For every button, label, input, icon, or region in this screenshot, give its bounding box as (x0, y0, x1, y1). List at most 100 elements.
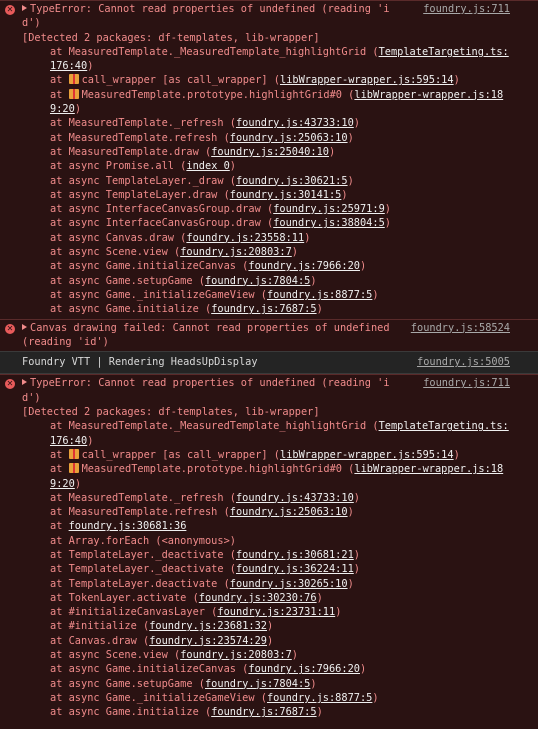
frame-suffix: ) (453, 448, 460, 461)
frame-source-link[interactable]: foundry.js:30265:10 (230, 578, 348, 590)
frame-source-link[interactable]: foundry.js:36224:11 (236, 563, 354, 575)
message-label: TypeError: Cannot read properties of und… (22, 3, 390, 30)
stack-frame: at async Promise.all (index 0) (22, 159, 512, 173)
frame-source-link[interactable]: foundry.js:7804:5 (205, 678, 310, 690)
stack-frame: at MeasuredTemplate._MeasuredTemplate_hi… (22, 419, 512, 448)
stack-frame: at call_wrapper [as call_wrapper] (libWr… (22, 73, 512, 87)
frame-source-link[interactable]: foundry.js:25040:10 (211, 146, 329, 158)
frame-source-link[interactable]: foundry.js:23681:32 (149, 620, 267, 632)
frame-prefix: at async Game.initializeCanvas ( (50, 260, 249, 273)
frame-prefix: at MeasuredTemplate._refresh ( (50, 117, 236, 130)
stack-frame: at MeasuredTemplate._MeasuredTemplate_hi… (22, 45, 512, 74)
stack-frame: at MeasuredTemplate.prototype.highlightG… (22, 88, 512, 117)
frame-prefix: at async InterfaceCanvasGroup.draw ( (50, 217, 274, 230)
console-message[interactable]: ✕ foundry.js:711 TypeError: Cannot read pr… (0, 0, 538, 319)
libwrapper-gift-icon (68, 74, 79, 85)
frame-prefix: at async TemplateLayer._draw ( (50, 174, 236, 187)
frame-prefix: at async InterfaceCanvasGroup.draw ( (50, 203, 274, 216)
stack-frame: at MeasuredTemplate.refresh (foundry.js:… (22, 131, 512, 145)
frame-source-link[interactable]: libWrapper-wrapper.js:595:14 (280, 449, 454, 461)
frame-prefix: at TokenLayer.activate ( (50, 591, 199, 604)
frame-prefix: at (50, 463, 69, 476)
frame-suffix: ) (310, 677, 317, 690)
frame-suffix: ) (87, 60, 94, 73)
stack-frame: at MeasuredTemplate._refresh (foundry.js… (22, 491, 512, 505)
frame-suffix: ) (341, 188, 348, 201)
frame-suffix: ) (353, 117, 360, 130)
expand-triangle-icon[interactable] (22, 5, 27, 11)
source-link[interactable]: foundry.js:711 (423, 377, 510, 389)
frame-source-link[interactable]: foundry.js:25063:10 (230, 506, 348, 518)
console-message[interactable]: ✕ foundry.js:711 TypeError: Cannot read pr… (0, 374, 538, 722)
message-label: Canvas drawing failed: Cannot read prope… (22, 321, 396, 348)
expand-triangle-icon[interactable] (22, 379, 27, 386)
frame-suffix: ) (353, 548, 360, 561)
frame-function: call_wrapper [as call_wrapper] ( (81, 74, 280, 87)
stack-frame: at TemplateLayer.deactivate (foundry.js:… (22, 577, 512, 591)
frame-prefix: at async TemplateLayer.draw ( (50, 188, 230, 201)
frame-suffix: ) (347, 506, 354, 519)
frame-source-link[interactable]: foundry.js:20803:7 (180, 246, 292, 258)
frame-suffix: ) (384, 203, 391, 216)
frame-source-link[interactable]: foundry.js:8877:5 (267, 692, 372, 704)
frame-source-link[interactable]: foundry.js:20803:7 (180, 649, 292, 661)
console-message[interactable]: ✕ foundry.js:58524 Canvas drawing failed: … (0, 318, 538, 352)
frame-prefix: at (50, 88, 69, 101)
stack-frame: at foundry.js:30681:36 (22, 519, 512, 533)
frame-source-link[interactable]: foundry.js:30141:5 (230, 189, 342, 201)
frame-source-link[interactable]: foundry.js:43733:10 (236, 117, 354, 129)
frame-source-link[interactable]: foundry.js:25971:9 (273, 203, 385, 215)
frame-suffix: ) (229, 160, 236, 173)
frame-suffix: ) (384, 217, 391, 230)
stack-frame: at TokenLayer.activate (foundry.js:30230… (22, 591, 512, 605)
expand-triangle-icon[interactable] (22, 323, 27, 330)
frame-prefix: at async Canvas.draw ( (50, 231, 187, 244)
frame-suffix: ) (372, 288, 379, 301)
frame-source-link[interactable]: foundry.js:8877:5 (267, 289, 372, 301)
frame-prefix: at #initializeCanvasLayer ( (50, 606, 218, 619)
frame-source-link[interactable]: foundry.js:30230:76 (199, 592, 317, 604)
frame-suffix: ) (267, 620, 274, 633)
frame-suffix: ) (328, 145, 336, 158)
stack-frame: at async TemplateLayer._draw (foundry.js… (22, 174, 512, 188)
frame-function: MeasuredTemplate.prototype.highlightGrid… (81, 88, 355, 101)
frame-source-link[interactable]: foundry.js:23574:29 (149, 635, 267, 647)
frame-source-link[interactable]: foundry.js:30621:5 (236, 175, 348, 187)
frame-prefix: at async Game.initialize ( (50, 303, 212, 316)
detected-packages: [Detected 2 packages: df-templates, lib-… (22, 31, 320, 44)
frame-suffix: ) (372, 691, 379, 704)
frame-source-link[interactable]: foundry.js:23558:11 (186, 232, 304, 244)
source-link[interactable]: foundry.js:5005 (417, 356, 510, 368)
frame-suffix: ) (359, 663, 367, 676)
frame-function: MeasuredTemplate.prototype.highlightGrid… (81, 463, 355, 476)
frame-suffix: ) (310, 274, 317, 287)
stack-frame: at async InterfaceCanvasGroup.draw (foun… (22, 216, 512, 230)
console-message[interactable]: foundry.js:5005 Foundry VTT | Rendering H… (0, 351, 538, 375)
stack-frame: at async Game.setupGame (foundry.js:7804… (22, 274, 512, 288)
frame-source-link[interactable]: foundry.js:23731:11 (217, 606, 335, 618)
frame-source-link[interactable]: foundry.js:43733:10 (236, 492, 354, 504)
frame-suffix: ) (347, 174, 354, 187)
frame-source-link[interactable]: foundry.js:25063:10 (230, 132, 348, 144)
frame-prefix: at MeasuredTemplate.refresh ( (50, 506, 230, 519)
source-link[interactable]: foundry.js:711 (423, 3, 510, 15)
source-link[interactable]: foundry.js:58524 (411, 322, 510, 334)
frame-source-link[interactable]: foundry.js:7687:5 (211, 303, 316, 315)
frame-suffix: ) (291, 246, 298, 259)
frame-source-link[interactable]: foundry.js:30681:36 (69, 520, 187, 532)
message-label: TypeError: Cannot read properties of und… (22, 377, 390, 404)
frame-suffix: ) (304, 231, 311, 244)
stack-frame: at MeasuredTemplate.draw (foundry.js:250… (22, 145, 512, 159)
frame-source-link[interactable]: foundry.js:38804:5 (273, 217, 385, 229)
frame-prefix: at async Game._initializeGameView ( (50, 691, 267, 704)
frame-source-link[interactable]: foundry.js:30681:21 (236, 549, 354, 561)
frame-suffix: ) (347, 577, 354, 590)
frame-source-link[interactable]: index 0 (186, 160, 229, 172)
stack-frame: at async Game._initializeGameView (found… (22, 691, 512, 705)
frame-source-link[interactable]: foundry.js:7966:20 (248, 260, 360, 272)
frame-source-link[interactable]: libWrapper-wrapper.js:595:14 (280, 74, 454, 86)
frame-source-link[interactable]: foundry.js:7804:5 (205, 275, 310, 287)
frame-source-link[interactable]: foundry.js:7687:5 (211, 706, 316, 718)
stack-frame: at async Game.initialize (foundry.js:768… (22, 705, 512, 719)
frame-source-link[interactable]: foundry.js:7966:20 (248, 663, 360, 675)
